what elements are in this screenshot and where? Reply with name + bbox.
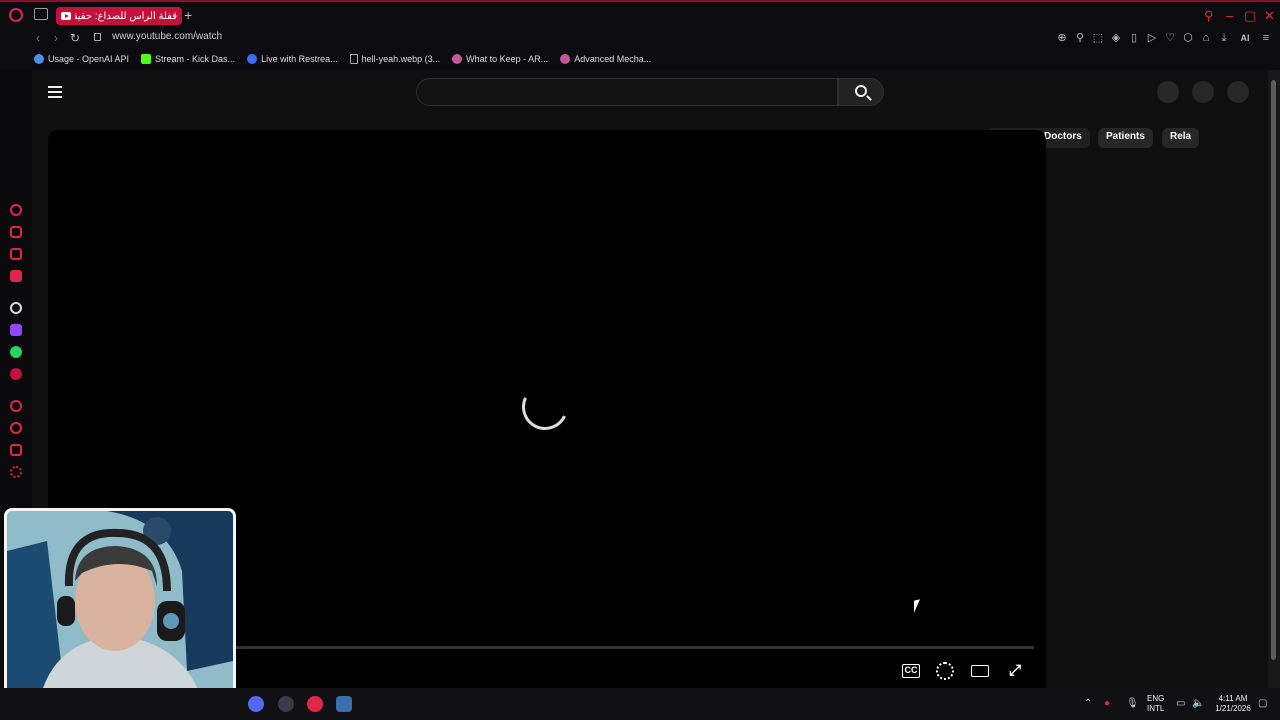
webcam-overlay <box>4 508 236 716</box>
guide-menu-icon[interactable] <box>48 86 62 98</box>
input-language[interactable]: ENG INTL <box>1147 694 1164 714</box>
opera-taskbar-icon[interactable] <box>307 696 323 712</box>
shield-app-icon[interactable] <box>336 696 352 712</box>
streamlabs-icon[interactable] <box>278 696 294 712</box>
workspace-icon[interactable] <box>10 226 22 238</box>
bookmark-hell-yeah[interactable]: hell-yeah.webp (3... <box>349 54 441 64</box>
volume-icon[interactable]: 🔈 <box>1192 698 1204 710</box>
avatar[interactable] <box>1227 81 1249 103</box>
back-icon[interactable]: ‹ <box>36 31 40 45</box>
bookmark-openai[interactable]: Usage - OpenAI API <box>34 54 129 64</box>
aria-icon[interactable] <box>10 204 22 216</box>
scrollbar-thumb[interactable] <box>1271 80 1276 660</box>
whatsapp-icon[interactable] <box>10 346 22 358</box>
windows-taskbar: ⌃ ● 🎙 ENG INTL ▭ 🔈 4:11 AM 1/21/2026 ▢ <box>0 688 1280 720</box>
openai-icon <box>34 54 44 64</box>
lang-layout: INTL <box>1147 704 1165 713</box>
notification-icon[interactable]: ▢ <box>1258 698 1267 710</box>
streamer-camera-image <box>7 511 233 713</box>
tray-app-icon[interactable]: ● <box>1104 698 1110 710</box>
address-bar: ‹ › ↻ www.youtube.com/watch ⊕ ⚲ ⬚ ◈ ▯ ▷ … <box>0 28 1280 48</box>
zoom-icon[interactable]: ⊕ <box>1056 31 1068 45</box>
history-icon[interactable] <box>10 422 22 434</box>
bookmark-label: Usage - OpenAI API <box>48 54 130 64</box>
lock-icon[interactable] <box>94 33 101 41</box>
lang-code: ENG <box>1147 694 1165 703</box>
microphone-icon[interactable]: 🎙 <box>1126 698 1139 710</box>
loading-spinner-icon <box>515 377 575 437</box>
clock-time: 4:11 AM <box>1218 694 1248 703</box>
browser-tab-bar: قفلة الرأس للصداع: حقيقة أم + ⚲ – ▢ ✕ <box>0 0 1280 28</box>
create-button[interactable] <box>1157 81 1179 103</box>
discord-icon[interactable] <box>248 696 264 712</box>
site-icon <box>560 54 571 64</box>
settings-gear-icon[interactable] <box>936 662 954 680</box>
theater-mode-icon[interactable] <box>971 665 989 677</box>
clock-date: 1/21/2026 <box>1215 704 1251 713</box>
messenger-icon[interactable] <box>10 248 22 260</box>
notifications-button[interactable] <box>1192 81 1214 103</box>
vk-icon[interactable] <box>10 368 22 380</box>
minimize-button[interactable]: – <box>1226 9 1233 22</box>
aria-ai-button[interactable]: AI <box>1236 31 1254 45</box>
bookmark-kick[interactable]: Stream - Kick Das... <box>141 54 235 64</box>
chevron-up-icon[interactable]: ⌃ <box>1084 698 1092 710</box>
snapshot-icon[interactable]: ⬚ <box>1092 31 1104 45</box>
search-button[interactable] <box>838 78 884 106</box>
pin-icon[interactable]: ⚲ <box>1074 31 1086 45</box>
forward-icon[interactable]: › <box>54 31 58 45</box>
extensions-icon[interactable]: ⬡ <box>1182 31 1194 45</box>
address-toolbar: ⊕ ⚲ ⬚ ◈ ▯ ▷ ♡ ⬡ ⌂ ⤓ AI ≡ <box>1056 31 1272 45</box>
kick-icon <box>141 54 152 64</box>
vpn-shield-icon[interactable]: ◈ <box>1110 31 1122 45</box>
bookmark-advanced-mecha[interactable]: Advanced Mecha... <box>560 54 651 64</box>
settings-icon[interactable] <box>10 466 22 478</box>
search-tabs-icon[interactable]: ⚲ <box>1204 9 1214 22</box>
page-scrollbar[interactable] <box>1268 70 1280 688</box>
bookmark-label: Advanced Mecha... <box>574 54 652 64</box>
close-window-button[interactable]: ✕ <box>1264 9 1275 22</box>
bookmarks-bar: Usage - OpenAI API Stream - Kick Das... … <box>0 48 1280 70</box>
twitch-icon[interactable] <box>10 324 22 336</box>
bookmark-label: What to Keep - AR... <box>466 54 549 64</box>
bookmark-label: Stream - Kick Das... <box>155 54 236 64</box>
menu-icon[interactable]: ≡ <box>1260 31 1272 45</box>
tab-title: قفلة الرأس للصداع: حقيقة أم <box>75 10 177 22</box>
search-input[interactable] <box>416 78 838 106</box>
youtube-favicon-icon <box>61 12 71 20</box>
wallet-icon[interactable]: ⌂ <box>1200 31 1212 45</box>
heart-icon[interactable]: ♡ <box>1164 31 1176 45</box>
site-icon <box>452 54 463 64</box>
extensions-sidebar-icon[interactable] <box>10 444 22 456</box>
chip-patients[interactable]: Patients <box>1098 128 1153 148</box>
play-icon[interactable]: ▷ <box>1146 31 1158 45</box>
active-tab[interactable]: قفلة الرأس للصداع: حقيقة أم <box>56 7 182 25</box>
captions-button[interactable]: CC <box>902 664 920 678</box>
chatgpt-icon[interactable] <box>10 302 22 314</box>
system-clock[interactable]: 4:11 AM 1/21/2026 <box>1208 694 1258 714</box>
reload-icon[interactable]: ↻ <box>70 31 80 45</box>
download-icon[interactable]: ⤓ <box>1218 31 1230 45</box>
bookmark-label: hell-yeah.webp (3... <box>361 54 441 64</box>
chip-related[interactable]: Rela <box>1162 128 1200 148</box>
tab-menu-icon[interactable] <box>34 8 48 20</box>
new-tab-button[interactable]: + <box>184 8 192 22</box>
restream-icon <box>247 54 258 64</box>
bookmark-label: Live with Restrea... <box>261 54 338 64</box>
bookmark-icon[interactable]: ▯ <box>1128 31 1140 45</box>
opera-logo-icon[interactable] <box>9 8 23 22</box>
mouse-cursor-icon <box>914 599 920 613</box>
maximize-button[interactable]: ▢ <box>1244 9 1256 22</box>
search-icon <box>855 85 867 97</box>
player-icon[interactable] <box>10 270 22 282</box>
bookmark-restream[interactable]: Live with Restrea... <box>247 54 338 64</box>
url-field[interactable]: www.youtube.com/watch <box>112 31 222 42</box>
network-icon[interactable]: ▭ <box>1176 698 1185 710</box>
fullscreen-icon[interactable]: ⤢ <box>1006 662 1024 680</box>
bookmark-what-to-keep[interactable]: What to Keep - AR... <box>452 54 548 64</box>
music-player-icon[interactable] <box>10 400 22 412</box>
file-icon <box>349 54 358 64</box>
